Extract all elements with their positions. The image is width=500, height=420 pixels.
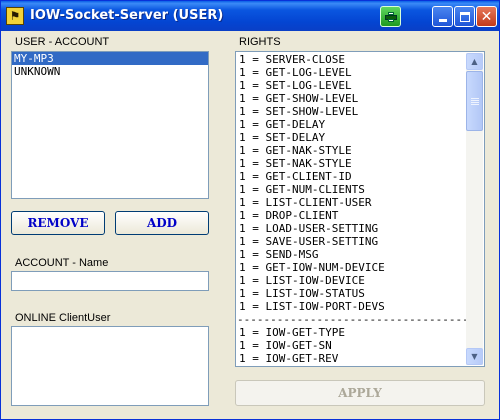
rights-item[interactable]: 1 = DROP-CLIENT bbox=[237, 209, 467, 222]
rights-item[interactable]: 1 = GET-IOW-NUM-DEVICE bbox=[237, 261, 467, 274]
scroll-down-arrow-icon[interactable]: ▼ bbox=[466, 348, 483, 365]
rights-item[interactable]: 1 = GET-SHOW-LEVEL bbox=[237, 92, 467, 105]
title-bar[interactable]: ⚑ IOW-Socket-Server (USER) ✕ bbox=[1, 1, 499, 31]
add-button[interactable]: ADD bbox=[115, 211, 209, 235]
online-clientuser-box[interactable] bbox=[11, 326, 209, 406]
rights-list-items: 1 = SERVER-CLOSE 1 = GET-LOG-LEVEL 1 = SET… bbox=[237, 53, 467, 365]
remove-button[interactable]: REMOVE bbox=[11, 211, 105, 235]
app-key-icon[interactable]: ⚑ bbox=[6, 7, 24, 25]
rights-item[interactable]: 1 = LIST-IOW-PORT-DEVS bbox=[237, 300, 467, 313]
rights-item[interactable]: 1 = LOAD-USER-SETTING bbox=[237, 222, 467, 235]
scroll-thumb[interactable] bbox=[466, 71, 483, 131]
rights-item[interactable]: 1 = GET-NAK-STYLE bbox=[237, 144, 467, 157]
rights-item[interactable]: 1 = GET-DELAY bbox=[237, 118, 467, 131]
rights-item[interactable]: 1 = LIST-IOW-DEVICE bbox=[237, 274, 467, 287]
user-account-label: USER - ACCOUNT bbox=[15, 36, 110, 48]
user-account-list[interactable]: MY-MP3 UNKNOWN bbox=[11, 51, 209, 199]
rights-item[interactable]: 1 = GET-CLIENT-ID bbox=[237, 170, 467, 183]
rights-list[interactable]: 1 = SERVER-CLOSE 1 = GET-LOG-LEVEL 1 = SET… bbox=[235, 51, 485, 367]
maximize-button[interactable] bbox=[454, 6, 475, 27]
rights-item[interactable]: 1 = SAVE-USER-SETTING bbox=[237, 235, 467, 248]
rights-item[interactable]: 1 = SEND-MSG bbox=[237, 248, 467, 261]
close-icon: ✕ bbox=[480, 8, 493, 25]
rights-item[interactable]: 1 = LIST-CLIENT-USER bbox=[237, 196, 467, 209]
online-clientuser-label: ONLINE ClientUser bbox=[15, 312, 111, 324]
maximize-icon bbox=[459, 11, 470, 22]
minimize-button[interactable] bbox=[432, 6, 453, 27]
rights-item[interactable]: 1 = GET-LOG-LEVEL bbox=[237, 66, 467, 79]
rights-item[interactable]: 1 = GET-NUM-CLIENTS bbox=[237, 183, 467, 196]
rights-separator: ----------------------------------- bbox=[237, 313, 467, 326]
rights-item[interactable]: 1 = SET-NAK-STYLE bbox=[237, 157, 467, 170]
rights-item[interactable]: 1 = SET-DELAY bbox=[237, 131, 467, 144]
rights-item[interactable]: 1 = SET-SHOW-LEVEL bbox=[237, 105, 467, 118]
close-button[interactable]: ✕ bbox=[476, 6, 497, 27]
rights-label: RIGHTS bbox=[239, 36, 281, 48]
rights-item[interactable]: 1 = LIST-IOW-STATUS bbox=[237, 287, 467, 300]
minimize-icon bbox=[438, 19, 447, 22]
rights-scrollbar[interactable]: ▲ ▼ bbox=[466, 53, 483, 365]
rights-item[interactable]: 1 = SET-LOG-LEVEL bbox=[237, 79, 467, 92]
account-name-input[interactable] bbox=[11, 271, 209, 291]
rights-item[interactable]: 1 = SERVER-CLOSE bbox=[237, 53, 467, 66]
apply-button[interactable]: APPLY bbox=[235, 380, 485, 406]
scroll-up-arrow-icon[interactable]: ▲ bbox=[466, 53, 483, 70]
account-name-label: ACCOUNT - Name bbox=[15, 257, 109, 269]
window-title: IOW-Socket-Server (USER) bbox=[30, 8, 224, 23]
rights-item[interactable]: 1 = IOW-GET-REV bbox=[237, 352, 467, 365]
user-account-item[interactable]: UNKNOWN bbox=[12, 65, 208, 78]
rights-item[interactable]: 1 = IOW-GET-SN bbox=[237, 339, 467, 352]
printer-button[interactable] bbox=[380, 6, 401, 27]
rights-item[interactable]: 1 = IOW-GET-TYPE bbox=[237, 326, 467, 339]
main-window: ⚑ IOW-Socket-Server (USER) ✕ USER - ACCO… bbox=[0, 0, 500, 420]
printer-icon bbox=[384, 11, 397, 22]
user-account-item[interactable]: MY-MP3 bbox=[12, 52, 208, 65]
